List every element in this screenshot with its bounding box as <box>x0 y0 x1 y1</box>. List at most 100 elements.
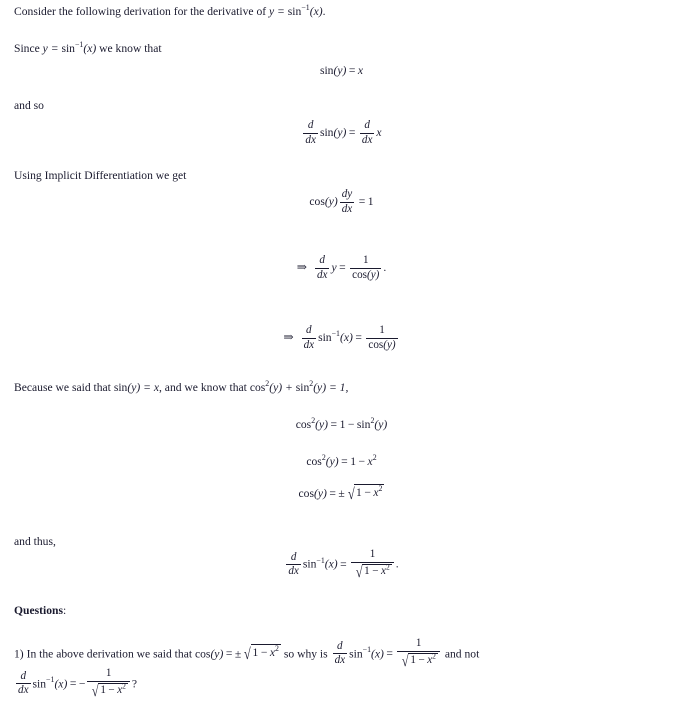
eq1-sin: sin <box>319 64 334 77</box>
question-text-b: so why is <box>283 647 328 661</box>
eq4-implies-arrow: ⇒ <box>296 259 307 274</box>
eq9-one: 1 <box>364 564 370 577</box>
q-sin-arg-1: (x) <box>371 647 384 661</box>
eq9-arg: (x) <box>324 557 338 571</box>
eq4-equals: = <box>339 260 346 274</box>
eq5-den: dx <box>301 337 317 351</box>
equation-ddx-sin-y: d dx sin(y) = d dx x <box>301 119 382 146</box>
and-so-paragraph: and so <box>14 99 44 112</box>
questions-heading: Questions: <box>14 604 66 618</box>
intro-inline-equation: y = sin−1(x) <box>269 3 323 18</box>
display-equation-5: ⇒ d dx sin−1(x) = 1 cos(y) <box>0 324 683 351</box>
q-equals-2: = <box>386 647 393 661</box>
eq7-equals: = <box>341 455 348 468</box>
because-paragraph: Because we said that sin(y) = x, and we … <box>14 380 349 395</box>
eq3-arg: (y) <box>324 194 338 208</box>
q-fraction-rhs-2: 1 √ 1− x2 <box>87 667 130 700</box>
eq5-rcos: cos <box>368 338 384 351</box>
eq7-x-exponent: 2 <box>372 453 377 463</box>
because-sin: sin <box>113 381 128 394</box>
display-equation-2: d dx sin(y) = d dx x <box>0 119 683 146</box>
eq1-arg: (y) <box>333 64 347 77</box>
eq4-den: dx <box>314 267 330 281</box>
eq9-sin: sin <box>302 557 317 571</box>
eq5-exponent: −1 <box>331 328 340 338</box>
intro-y: y = <box>269 5 288 18</box>
eq1-equals: = <box>348 64 356 77</box>
q-fraction-ddx-1: d dx <box>332 639 348 667</box>
radical-icon: √ <box>244 646 252 664</box>
questions-colon: : <box>62 604 67 617</box>
equation-sin-y-equals-x: sin(y) = x <box>320 64 363 77</box>
display-equation-8: cos(y) = ± √ 1− x2 <box>0 484 683 504</box>
because-sin-arg: (y) = <box>127 381 154 394</box>
intro-exponent: −1 <box>301 3 310 13</box>
eq9-minus: − <box>372 564 379 577</box>
because-mid: , and we know that <box>159 381 250 394</box>
eq6-sin: sin <box>356 418 371 431</box>
since-y: y = <box>42 42 62 55</box>
eq2-num2: d <box>364 119 370 131</box>
q-square-root-1: √ 1− x2 <box>241 643 281 664</box>
q-inv-1: −1 <box>362 644 372 654</box>
equation-final-arcsin-derivative: d dx sin−1(x) = 1 √ 1− x2 . <box>284 548 399 581</box>
eq5-sin: sin <box>318 330 332 344</box>
radical-icon: √ <box>347 486 355 504</box>
eq4-rnum: 1 <box>362 254 369 266</box>
eq3-equals: = <box>358 194 366 208</box>
and-thus-paragraph: and thus, <box>14 535 56 548</box>
eq5-fraction-left: d dx <box>301 324 317 351</box>
eq8-x-exponent: 2 <box>378 484 383 494</box>
since-paragraph: Since y = sin−1(x) we know that <box>14 41 162 56</box>
intro-sin: sin <box>287 5 302 18</box>
eq2-fraction-right: d dx <box>359 119 375 146</box>
eq4-rarg: (y) <box>367 268 380 281</box>
eq5-implies-arrow: ⇒ <box>283 329 294 344</box>
eq9-x-exponent: 2 <box>385 561 390 571</box>
eq4-rcos: cos <box>352 268 367 281</box>
eq9-rnum: 1 <box>369 548 376 560</box>
because-cos-arg: (y) + <box>269 381 296 394</box>
eq8-one: 1 <box>356 486 362 499</box>
q-minus-1: − <box>260 645 268 659</box>
eq9-square-root: √ 1− x2 <box>353 561 392 581</box>
eq9-fraction-left: d dx <box>286 551 301 578</box>
q-fraction-ddx-2: d dx <box>16 669 31 697</box>
eq6-equals: = <box>330 418 338 431</box>
equation-implies-ddx-y: ⇒ d dx y = 1 cos(y) . <box>296 254 387 281</box>
q-question-mark: ? <box>131 677 138 691</box>
eq9-exponent: −1 <box>316 555 325 565</box>
q-xsq-1: 2 <box>275 643 279 653</box>
q-radicand-2: 1− x2 <box>408 652 438 667</box>
eq4-period: . <box>383 260 387 274</box>
eq2-rhs: x <box>376 125 382 139</box>
eq5-fraction-right: 1 cos(y) <box>366 324 398 351</box>
q-dx-2: dx <box>16 683 31 697</box>
eq3-den: dx <box>339 201 355 215</box>
radical-icon: √ <box>92 682 99 700</box>
intro-arg: (x) <box>309 5 323 18</box>
eq8-minus: − <box>364 486 371 499</box>
eq2-fraction-left: d dx <box>303 119 318 146</box>
q-rnum-1: 1 <box>415 637 422 649</box>
eq2-equals: = <box>348 125 356 139</box>
q-d-1: d <box>337 639 343 652</box>
eq4-fraction-left: d dx <box>314 254 330 281</box>
q-minus-3: − <box>108 683 115 696</box>
question-text-c: and not <box>444 647 480 661</box>
eq5-rnum: 1 <box>379 324 385 336</box>
q-d-2: d <box>20 669 27 682</box>
because-sin-arg2: (y) = 1, <box>313 381 349 394</box>
eq7-cos: cos <box>306 455 322 468</box>
eq2-den: dx <box>303 132 318 146</box>
q-rden-2: √ 1− x2 <box>87 680 130 700</box>
since-prefix: Since <box>14 42 43 55</box>
eq9-fraction-right: 1 √ 1− x2 <box>351 548 394 581</box>
question-number: 1) <box>14 647 24 661</box>
q-xsq-3: 2 <box>122 680 126 690</box>
q-radicand-3: 1− x2 <box>98 680 128 697</box>
display-equation-6: cos2(y) = 1− sin2(y) <box>0 417 683 431</box>
q-minus-2: − <box>418 653 425 666</box>
question-1-line-1: 1) In the above derivation we said that … <box>14 637 673 670</box>
eq9-equals: = <box>340 557 347 571</box>
